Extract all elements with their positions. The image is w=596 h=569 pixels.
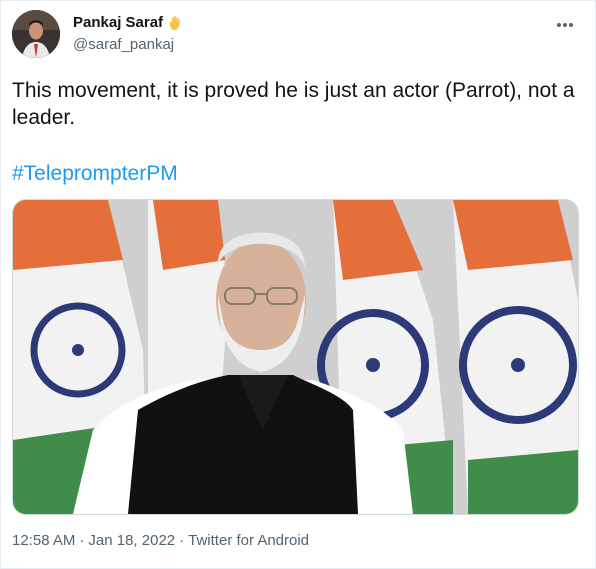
tweet-meta: 12:58 AM · Jan 18, 2022 · Twitter for An…	[12, 532, 309, 549]
hashtag-link[interactable]: #TeleprompterPM	[12, 160, 178, 187]
tweet-media-photo[interactable]	[12, 199, 579, 515]
more-options-button[interactable]	[555, 15, 575, 35]
avatar[interactable]	[12, 10, 60, 58]
raised-hand-emoji	[169, 15, 181, 30]
more-options-icon	[557, 23, 573, 27]
tweet-time[interactable]: 12:58 AM	[12, 532, 75, 549]
tweet-source[interactable]: Twitter for Android	[188, 532, 309, 549]
author-handle[interactable]: @saraf_pankaj	[73, 36, 174, 53]
author-name[interactable]: Pankaj Saraf	[73, 14, 163, 31]
flag-right	[453, 200, 578, 514]
meta-separator: ·	[79, 532, 85, 549]
author-name-row[interactable]: Pankaj Saraf	[73, 14, 183, 31]
meta-separator: ·	[179, 532, 185, 549]
tweet-date[interactable]: Jan 18, 2022	[88, 532, 175, 549]
tweet-card: Pankaj Saraf @saraf_pankaj This movement…	[0, 0, 596, 569]
tweet-text: This movement, it is proved he is just a…	[12, 79, 575, 129]
